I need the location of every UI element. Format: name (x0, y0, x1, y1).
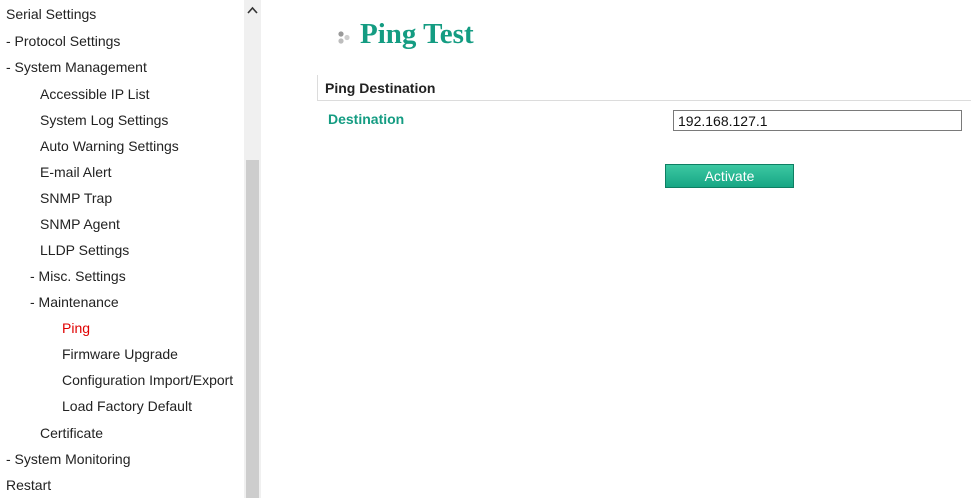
sidebar-item-certificate[interactable]: Certificate (40, 420, 103, 446)
sidebar-item-load-factory-default[interactable]: Load Factory Default (62, 393, 192, 419)
activate-button[interactable]: Activate (665, 164, 794, 188)
destination-input[interactable] (673, 110, 962, 131)
sidebar-nav: Serial Settings - Protocol Settings - Sy… (0, 0, 244, 498)
sidebar-item-misc-settings[interactable]: - Misc. Settings (30, 263, 126, 289)
sidebar-item-maintenance[interactable]: - Maintenance (30, 289, 119, 315)
sidebar-item-serial-settings[interactable]: Serial Settings (6, 1, 96, 27)
sidebar-item-firmware-upgrade[interactable]: Firmware Upgrade (62, 341, 178, 367)
page-title: Ping Test (360, 18, 474, 50)
sidebar-item-restart[interactable]: Restart (6, 472, 51, 498)
sidebar-item-configuration-import-export[interactable]: Configuration Import/Export (62, 367, 233, 393)
sidebar-item-system-management[interactable]: - System Management (6, 54, 147, 80)
sidebar-item-system-log-settings[interactable]: System Log Settings (40, 107, 168, 133)
destination-label: Destination (328, 111, 405, 127)
scroll-up-icon[interactable] (244, 0, 261, 17)
sidebar-item-ping[interactable]: Ping (62, 315, 90, 341)
title-dots-icon (338, 31, 350, 44)
section-header-ping-destination: Ping Destination (317, 75, 971, 101)
sidebar-item-system-monitoring[interactable]: - System Monitoring (6, 446, 130, 472)
sidebar-item-auto-warning-settings[interactable]: Auto Warning Settings (40, 133, 179, 159)
sidebar-item-email-alert[interactable]: E-mail Alert (40, 159, 112, 185)
sidebar-scrollbar[interactable] (244, 0, 261, 498)
main-content: Ping Test Ping Destination Destination A… (261, 0, 971, 498)
scrollbar-thumb[interactable] (246, 160, 259, 498)
sidebar-item-snmp-agent[interactable]: SNMP Agent (40, 211, 120, 237)
sidebar-item-protocol-settings[interactable]: - Protocol Settings (6, 28, 120, 54)
sidebar-item-lldp-settings[interactable]: LLDP Settings (40, 237, 129, 263)
sidebar-item-snmp-trap[interactable]: SNMP Trap (40, 185, 112, 211)
sidebar-item-accessible-ip-list[interactable]: Accessible IP List (40, 81, 149, 107)
